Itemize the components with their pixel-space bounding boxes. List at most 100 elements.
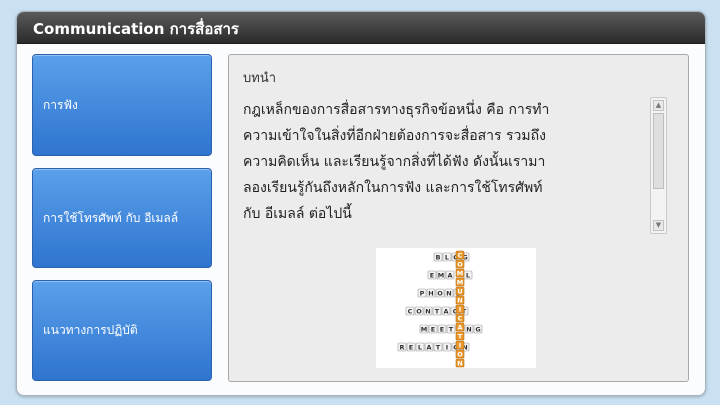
scroll-up-icon[interactable]: ▲ xyxy=(653,100,664,111)
intro-line: ความเข้าใจในสิ่งที่อีกฝ่ายต้องการจะสื่อส… xyxy=(243,128,546,144)
svg-text:G: G xyxy=(475,325,480,333)
letter-tile: R xyxy=(397,342,407,351)
highlight-letter-tile: N xyxy=(455,295,465,304)
svg-text:E: E xyxy=(431,325,435,333)
highlight-letter-tile: T xyxy=(455,331,465,340)
letter-tile: E xyxy=(427,270,437,279)
intro-line: กับ อีเมลล์ ต่อไปนี้ xyxy=(243,206,352,222)
letter-tile: M xyxy=(419,324,429,333)
text-scrollbar[interactable]: ▲ ▼ xyxy=(650,97,667,234)
letter-tile: L xyxy=(415,342,425,351)
highlight-letter-tile: M xyxy=(455,277,465,286)
word-tiles-image: BLOGEMALPHONECONTACTMEETNGRELATIONCOMMUN… xyxy=(376,248,536,368)
letter-tile: T xyxy=(446,324,456,333)
letter-tile: N xyxy=(464,324,474,333)
highlight-letter-tile: I xyxy=(455,304,465,313)
svg-text:C: C xyxy=(408,307,413,315)
intro-line: ลองเรียนรู้กันถึงหลักในการฟัง และการใช้โ… xyxy=(243,180,543,196)
svg-text:M: M xyxy=(438,271,444,279)
svg-text:H: H xyxy=(428,289,433,297)
svg-text:A: A xyxy=(426,343,431,351)
section-heading: บทนำ xyxy=(243,71,277,86)
svg-text:B: B xyxy=(436,253,441,261)
svg-text:E: E xyxy=(430,271,434,279)
svg-text:A: A xyxy=(443,307,448,315)
scroll-thumb[interactable] xyxy=(653,113,664,189)
letter-tile: P xyxy=(417,288,427,297)
svg-text:I: I xyxy=(459,341,461,349)
letter-tile: N xyxy=(423,306,433,315)
highlight-letter-tile: U xyxy=(455,286,465,295)
letter-tile: L xyxy=(442,252,452,261)
letter-tile: E xyxy=(428,324,438,333)
nav-button-guidelines[interactable]: แนวทางการปฏิบัติ xyxy=(32,280,212,381)
svg-text:N: N xyxy=(457,359,462,367)
svg-text:N: N xyxy=(446,289,451,297)
letter-tile: H xyxy=(426,288,436,297)
svg-text:I: I xyxy=(459,305,461,313)
svg-text:L: L xyxy=(466,271,470,279)
title-bar: Communication การสื่อสาร xyxy=(17,12,705,44)
letter-tile: O xyxy=(414,306,424,315)
letter-tile: I xyxy=(442,342,452,351)
lesson-window: Communication การสื่อสาร การฟัง การใช้โท… xyxy=(16,11,706,396)
highlight-letter-tile: C xyxy=(455,250,465,259)
scroll-down-icon[interactable]: ▼ xyxy=(653,220,664,231)
letter-tile: B xyxy=(433,252,443,261)
highlight-letter-tile: C xyxy=(455,313,465,322)
svg-text:P: P xyxy=(420,289,425,297)
letter-tile: T xyxy=(432,306,442,315)
letter-tile: A xyxy=(445,270,455,279)
svg-text:I: I xyxy=(446,343,448,351)
svg-text:O: O xyxy=(416,307,422,315)
svg-text:A: A xyxy=(457,323,462,331)
svg-text:T: T xyxy=(449,325,454,333)
svg-text:N: N xyxy=(457,296,462,304)
letter-tile: A xyxy=(424,342,434,351)
svg-text:T: T xyxy=(435,307,440,315)
highlight-letter-tile: N xyxy=(455,358,465,367)
letter-tile: O xyxy=(435,288,445,297)
highlight-letter-tile: O xyxy=(455,259,465,268)
letter-tile: M xyxy=(436,270,446,279)
svg-text:L: L xyxy=(418,343,422,351)
letter-tile: L xyxy=(463,270,473,279)
highlight-letter-tile: I xyxy=(455,340,465,349)
svg-text:N: N xyxy=(425,307,430,315)
letter-tile: N xyxy=(444,288,454,297)
page-title: Communication การสื่อสาร xyxy=(33,20,239,38)
svg-text:E: E xyxy=(440,325,444,333)
svg-text:T: T xyxy=(436,343,441,351)
word-tiles-graphic: BLOGEMALPHONECONTACTMEETNGRELATIONCOMMUN… xyxy=(397,250,483,367)
highlight-letter-tile: A xyxy=(455,322,465,331)
letter-tile: G xyxy=(473,324,483,333)
svg-text:R: R xyxy=(399,343,404,351)
svg-text:A: A xyxy=(447,271,452,279)
nav-button-phone-email[interactable]: การใช้โทรศัพท์ กับ อีเมลล์ xyxy=(32,168,212,268)
intro-line: กฎเหล็กของการสื่อสารทางธุรกิจข้อหนึ่ง คื… xyxy=(243,102,550,118)
content-panel: บทนำ กฎเหล็กของการสื่อสารทางธุรกิจข้อหนึ… xyxy=(228,54,689,382)
letter-tile: E xyxy=(437,324,447,333)
svg-text:T: T xyxy=(458,332,463,340)
svg-text:M: M xyxy=(457,278,463,286)
nav-button-listening[interactable]: การฟัง xyxy=(32,54,212,156)
svg-text:O: O xyxy=(457,260,463,268)
svg-text:N: N xyxy=(466,325,471,333)
svg-text:O: O xyxy=(457,350,463,358)
svg-text:M: M xyxy=(421,325,427,333)
letter-tile: T xyxy=(433,342,443,351)
letter-tile: A xyxy=(441,306,451,315)
highlight-letter-tile: M xyxy=(455,268,465,277)
intro-line: ความคิดเห็น และเรียนรู้จากสิ่งที่ได้ฟัง … xyxy=(243,154,546,170)
svg-text:E: E xyxy=(409,343,413,351)
svg-text:C: C xyxy=(458,251,463,259)
svg-text:L: L xyxy=(445,253,449,261)
svg-text:M: M xyxy=(457,269,463,277)
letter-tile: C xyxy=(405,306,415,315)
svg-text:U: U xyxy=(457,287,462,295)
intro-text: กฎเหล็กของการสื่อสารทางธุรกิจข้อหนึ่ง คื… xyxy=(243,97,639,227)
svg-text:O: O xyxy=(437,289,443,297)
letter-tile: E xyxy=(406,342,416,351)
highlight-letter-tile: O xyxy=(455,349,465,358)
svg-text:C: C xyxy=(458,314,463,322)
